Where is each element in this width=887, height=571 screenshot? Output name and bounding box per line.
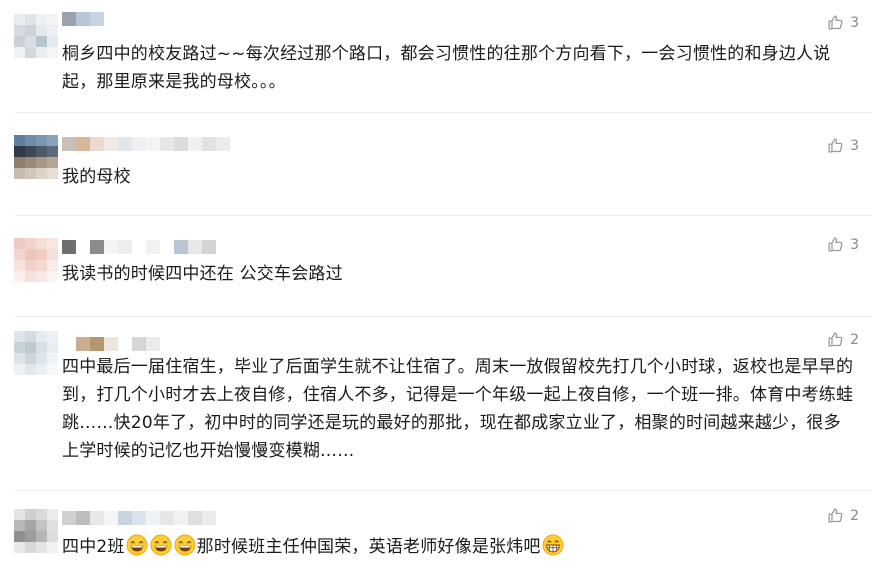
comment-item: 3 桐乡四中的校友路过~~每次经过那个路口，都会习惯性的往那个方向看下，一会习惯… [0,0,887,110]
grinning-sweat-emoji-icon [150,534,172,556]
thumbs-up-icon [828,332,843,347]
grinning-emoji-icon [542,534,564,556]
comment-text: 四中2班 那时候班主任仲国荣，英语老师好像是张炜吧 [62,533,857,561]
like-button[interactable]: 2 [827,507,859,524]
grinning-sweat-emoji-icon [126,534,148,556]
username-blurred[interactable] [62,511,216,525]
comment-text: 我的母校 [62,167,131,187]
like-count: 3 [850,137,859,154]
comment-text: 四中最后一届住宿生，毕业了后面学生就不让住宿了。周末一放假留校先打几个小时球，返… [62,357,854,461]
comment-item: 2 四中最后一届住宿生，毕业了后面学生就不让住宿了。周末一放假留校先打几个小时球… [0,317,887,487]
like-button[interactable]: 3 [827,14,859,31]
like-button[interactable]: 3 [827,137,859,154]
comment-text-part: 那时候班主任仲国荣，英语老师好像是张炜吧 [196,537,541,557]
avatar[interactable] [14,135,58,179]
like-count: 3 [850,236,859,253]
avatar[interactable] [14,331,58,375]
thumbs-up-icon [828,237,843,252]
like-count: 2 [850,331,859,348]
like-count: 3 [850,14,859,31]
comment-text-part: 四中2班 [62,537,125,557]
thumbs-up-icon [828,138,843,153]
like-count: 2 [850,507,859,524]
username-blurred[interactable] [62,337,160,351]
avatar[interactable] [14,14,58,58]
thumbs-up-icon [828,508,843,523]
thumbs-up-icon [828,15,843,30]
username-blurred[interactable] [62,137,230,151]
comment-text: 桐乡四中的校友路过~~每次经过那个路口，都会习惯性的往那个方向看下，一会习惯性的… [62,44,831,92]
like-button[interactable]: 2 [827,331,859,348]
comment-text: 我读书的时候四中还在 公交车会路过 [62,264,343,284]
like-button[interactable]: 3 [827,236,859,253]
comment-item: 3 我的母校 [0,113,887,215]
avatar[interactable] [14,509,58,553]
comment-item: 3 我读书的时候四中还在 公交车会路过 [0,216,887,316]
username-blurred[interactable] [62,12,104,26]
grinning-sweat-emoji-icon [174,534,196,556]
comment-item: 2 四中2班 那时候班主任仲国荣，英语老师好像是张炜吧 [0,491,887,571]
username-blurred[interactable] [62,240,216,254]
avatar[interactable] [14,238,58,282]
